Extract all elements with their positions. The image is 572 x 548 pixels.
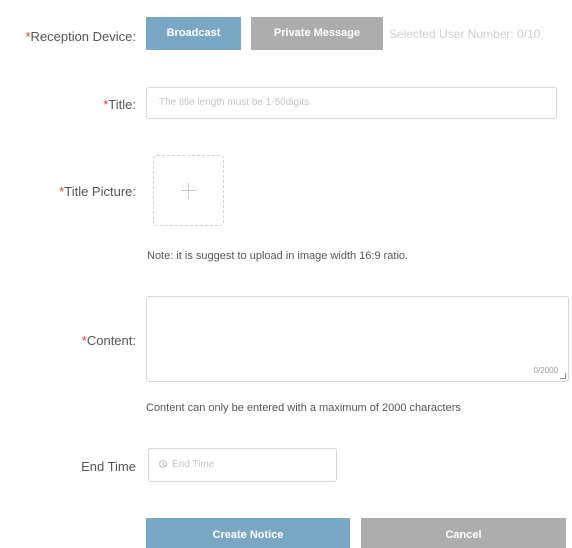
content-char-counter: 0/2000 — [533, 366, 558, 375]
create-notice-form: *Reception Device: Broadcast Private Mes… — [0, 0, 572, 548]
title-picture-label-text: Title Picture: — [64, 184, 136, 199]
title-label: *Title: — [103, 97, 136, 112]
broadcast-button[interactable]: Broadcast — [146, 17, 241, 50]
plus-icon — [181, 190, 197, 191]
end-time-input[interactable]: End Time — [148, 448, 337, 482]
content-textarea[interactable]: 0/2000 — [146, 296, 569, 382]
cancel-button[interactable]: Cancel — [361, 518, 566, 548]
content-label: *Content: — [82, 333, 136, 348]
title-picture-label: *Title Picture: — [59, 184, 136, 199]
end-time-placeholder: End Time — [172, 459, 215, 470]
reception-device-label-text: Reception Device: — [30, 29, 137, 44]
reception-device-label: *Reception Device: — [25, 29, 136, 44]
end-time-label: End Time — [81, 459, 136, 474]
create-notice-button[interactable]: Create Notice — [146, 518, 350, 548]
title-input-placeholder: The title length must be 1-50digits — [159, 97, 310, 108]
title-label-text: Title: — [108, 97, 136, 112]
title-picture-note: Note: it is suggest to upload in image w… — [147, 250, 409, 262]
content-label-text: Content: — [86, 333, 136, 348]
private-message-button[interactable]: Private Message — [251, 17, 383, 50]
plus-icon-vertical — [188, 183, 189, 199]
title-input[interactable]: The title length must be 1-50digits — [146, 87, 557, 119]
resize-handle-icon[interactable] — [560, 373, 566, 379]
clock-icon — [159, 460, 167, 468]
selected-user-count: Selected User Number: 0/10 — [389, 27, 541, 41]
upload-picture-button[interactable] — [153, 155, 224, 226]
content-note: Content can only be entered with a maxim… — [146, 402, 461, 414]
